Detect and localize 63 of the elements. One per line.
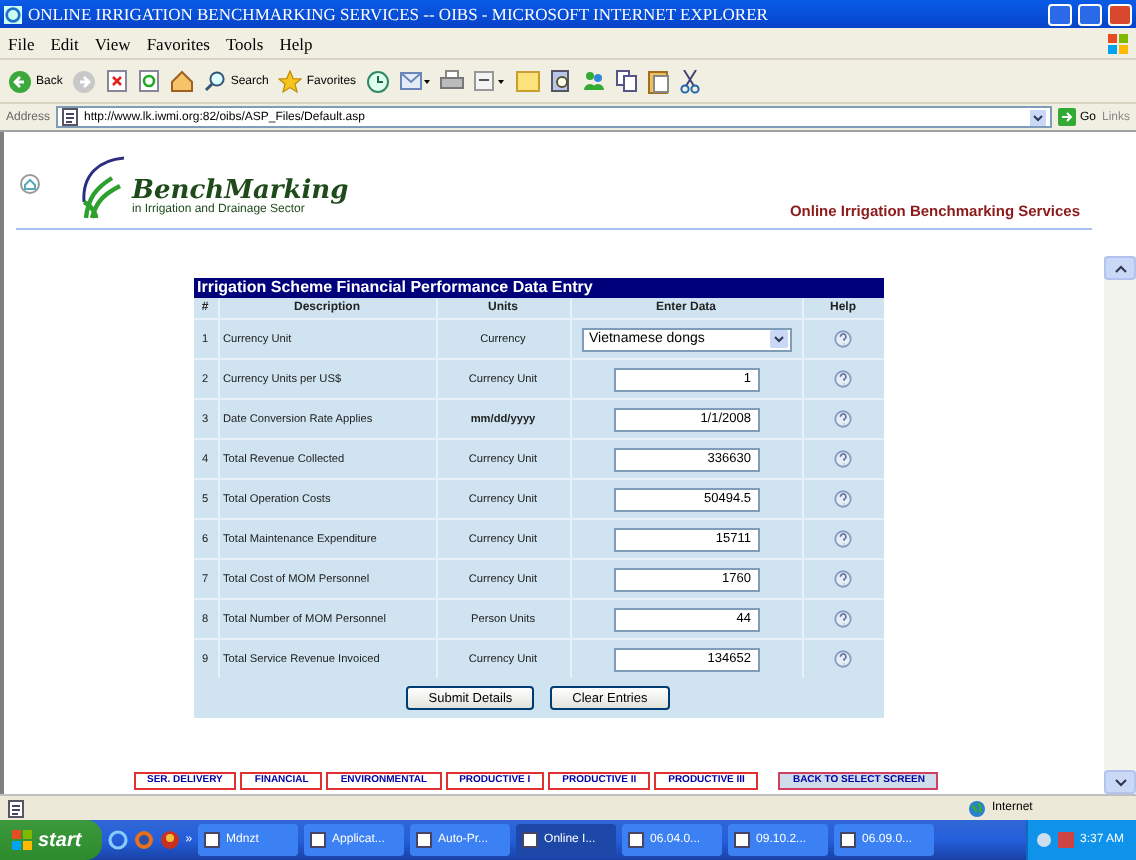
browser-launch-icon[interactable]	[107, 830, 128, 850]
help-icon[interactable]	[834, 570, 852, 588]
menu-item[interactable]: View	[94, 33, 131, 53]
dropdown-icon[interactable]	[1029, 109, 1046, 125]
folder-icon[interactable]	[516, 70, 541, 92]
window-icon	[204, 832, 221, 848]
printer-icon[interactable]	[440, 70, 465, 92]
menu-item[interactable]: Help	[279, 33, 313, 53]
status-page-icon	[8, 799, 24, 817]
caret-up-icon	[1113, 263, 1127, 273]
back-arrow-icon	[8, 69, 32, 93]
app-launch-icon[interactable]	[159, 830, 180, 850]
history-icon[interactable]	[366, 69, 391, 93]
window-icon	[628, 832, 645, 848]
mail-icon[interactable]	[400, 70, 431, 92]
help-icon[interactable]	[834, 370, 852, 388]
close-button[interactable]	[1108, 3, 1132, 25]
windows-logo-icon	[1108, 33, 1128, 53]
edit-icon[interactable]	[474, 70, 507, 92]
copy-icon[interactable]	[616, 70, 639, 92]
help-icon[interactable]	[834, 410, 852, 428]
stop-icon[interactable]	[106, 70, 129, 92]
home-icon[interactable]	[20, 174, 40, 194]
home-icon[interactable]	[170, 70, 195, 92]
scrollbar[interactable]	[1104, 256, 1136, 794]
help-icon[interactable]	[834, 450, 852, 468]
page-icon	[62, 108, 79, 126]
search-icon	[204, 70, 227, 92]
paste-icon[interactable]	[648, 69, 671, 93]
help-icon[interactable]	[834, 490, 852, 508]
help-icon[interactable]	[834, 610, 852, 628]
help-icon[interactable]	[834, 650, 852, 668]
window-icon	[840, 832, 857, 848]
star-icon	[278, 69, 303, 93]
window-icon	[416, 832, 433, 848]
messenger-icon[interactable]	[582, 70, 607, 92]
menu-item[interactable]: File	[8, 33, 35, 53]
scroll-up-button[interactable]	[1104, 256, 1136, 280]
scroll-down-button[interactable]	[1104, 770, 1136, 794]
help-icon[interactable]	[834, 530, 852, 548]
browser-icon	[4, 5, 22, 23]
help-icon[interactable]	[834, 330, 852, 348]
minimize-button[interactable]	[1048, 3, 1072, 25]
cut-icon[interactable]	[680, 69, 701, 93]
start-button[interactable]: start	[0, 820, 102, 860]
dropdown-icon	[769, 330, 787, 348]
logo-drawing	[76, 154, 128, 220]
window-icon	[734, 832, 751, 848]
form-title: Irrigation Scheme Financial Performance Data Entry	[193, 278, 883, 298]
menu-item[interactable]: Edit	[50, 33, 79, 53]
go-arrow-icon	[1057, 108, 1076, 126]
logo-title: BenchMarking	[132, 178, 349, 204]
maximize-button[interactable]	[1078, 3, 1102, 25]
globe-icon	[968, 799, 986, 817]
firefox-launch-icon[interactable]	[133, 830, 154, 850]
window-icon	[310, 832, 327, 848]
caret-down-icon	[1113, 777, 1127, 787]
refresh-icon[interactable]	[138, 70, 161, 92]
menu-item[interactable]: Tools	[225, 33, 264, 53]
window-title: ONLINE IRRIGATION BENCHMARKING SERVICES -- OIBS - MICROSOFT INTERNET EXPLORER	[28, 4, 770, 24]
windows-logo-icon	[12, 830, 32, 850]
menu-item[interactable]: Favorites	[146, 33, 210, 53]
window-icon	[522, 832, 539, 848]
